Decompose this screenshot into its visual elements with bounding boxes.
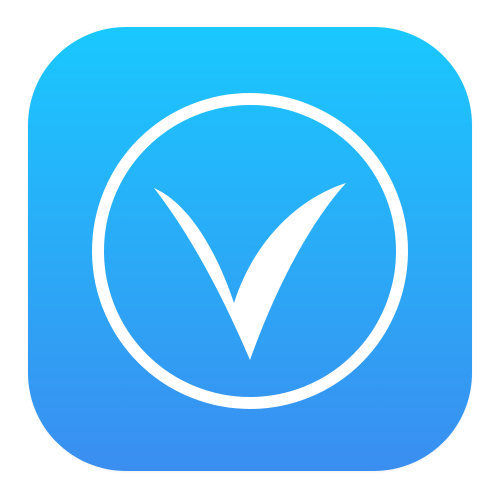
app-icon-graphic <box>28 27 472 471</box>
canvas <box>0 0 500 500</box>
app-icon[interactable] <box>28 27 472 471</box>
